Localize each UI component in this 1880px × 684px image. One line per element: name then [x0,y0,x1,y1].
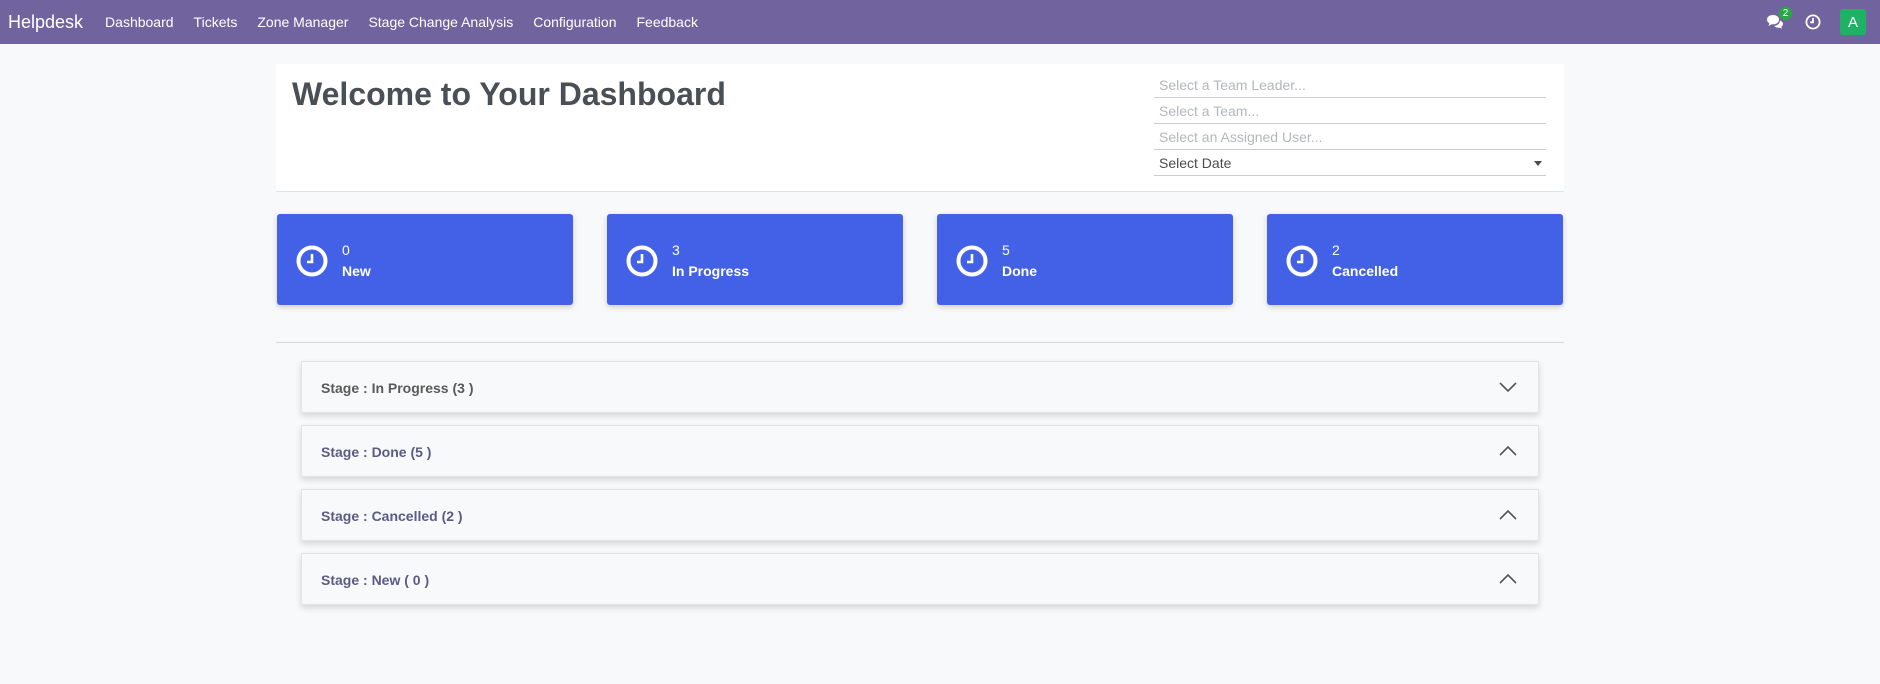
date-select-value: Select Date [1159,155,1232,171]
menu-tickets[interactable]: Tickets [184,14,248,30]
card-in-progress[interactable]: 3 In Progress [607,214,903,305]
stage-new-header[interactable]: Stage : New ( 0 ) [301,553,1539,605]
card-count: 0 [342,242,350,258]
chevron-down-icon [1499,382,1517,393]
stage-label: Stage : Done (5 ) [321,444,432,460]
card-label: Done [1002,263,1037,279]
stage-in-progress-header[interactable]: Stage : In Progress (3 ) [301,361,1539,413]
menu-zone-manager[interactable]: Zone Manager [247,14,358,30]
card-label: Cancelled [1332,263,1399,279]
stage-label: Stage : In Progress (3 ) [321,380,474,396]
stage-done-header[interactable]: Stage : Done (5 ) [301,425,1539,477]
date-select[interactable]: Select Date [1154,150,1546,176]
card-new[interactable]: 0 New [277,214,573,305]
stage-cancelled-header[interactable]: Stage : Cancelled (2 ) [301,489,1539,541]
card-count: 2 [1332,242,1340,258]
clock-icon [956,245,988,277]
card-done[interactable]: 5 Done [937,214,1233,305]
user-avatar[interactable]: A [1840,9,1866,35]
menu-configuration[interactable]: Configuration [523,14,626,30]
messaging-button[interactable]: 2 [1764,7,1792,33]
stage-label: Stage : Cancelled (2 ) [321,508,463,524]
assigned-user-select[interactable]: Select an Assigned User... [1154,124,1546,150]
top-navbar: Helpdesk Dashboard Tickets Zone Manager … [0,0,1880,44]
chevron-up-icon [1499,445,1517,456]
card-label: In Progress [672,263,750,279]
page-title: Welcome to Your Dashboard [292,76,726,112]
filter-panel: Select a Team Leader... Select a Team...… [1154,72,1546,176]
section-divider [276,342,1564,343]
clock-icon [1286,245,1318,277]
stage-label: Stage : New ( 0 ) [321,572,430,588]
card-count: 3 [672,242,680,258]
systray: 2 A [1764,0,1866,44]
caret-down-icon [1534,161,1542,166]
team-select[interactable]: Select a Team... [1154,98,1546,124]
main-menu: Dashboard Tickets Zone Manager Stage Cha… [95,14,708,30]
chevron-up-icon [1499,573,1517,584]
message-count-badge: 2 [1779,7,1792,20]
menu-dashboard[interactable]: Dashboard [95,14,184,30]
menu-stage-change-analysis[interactable]: Stage Change Analysis [358,14,523,30]
clock-icon [296,245,328,277]
clock-icon [626,245,658,277]
card-label: New [342,263,371,279]
activity-button[interactable] [1802,11,1824,33]
card-count: 5 [1002,242,1010,258]
menu-feedback[interactable]: Feedback [626,14,707,30]
app-brand[interactable]: Helpdesk [8,12,83,33]
clock-icon [1805,14,1821,30]
dashboard-header: Welcome to Your Dashboard Select a Team … [276,64,1564,192]
chevron-up-icon [1499,509,1517,520]
team-leader-select[interactable]: Select a Team Leader... [1154,72,1546,98]
card-cancelled[interactable]: 2 Cancelled [1267,214,1563,305]
